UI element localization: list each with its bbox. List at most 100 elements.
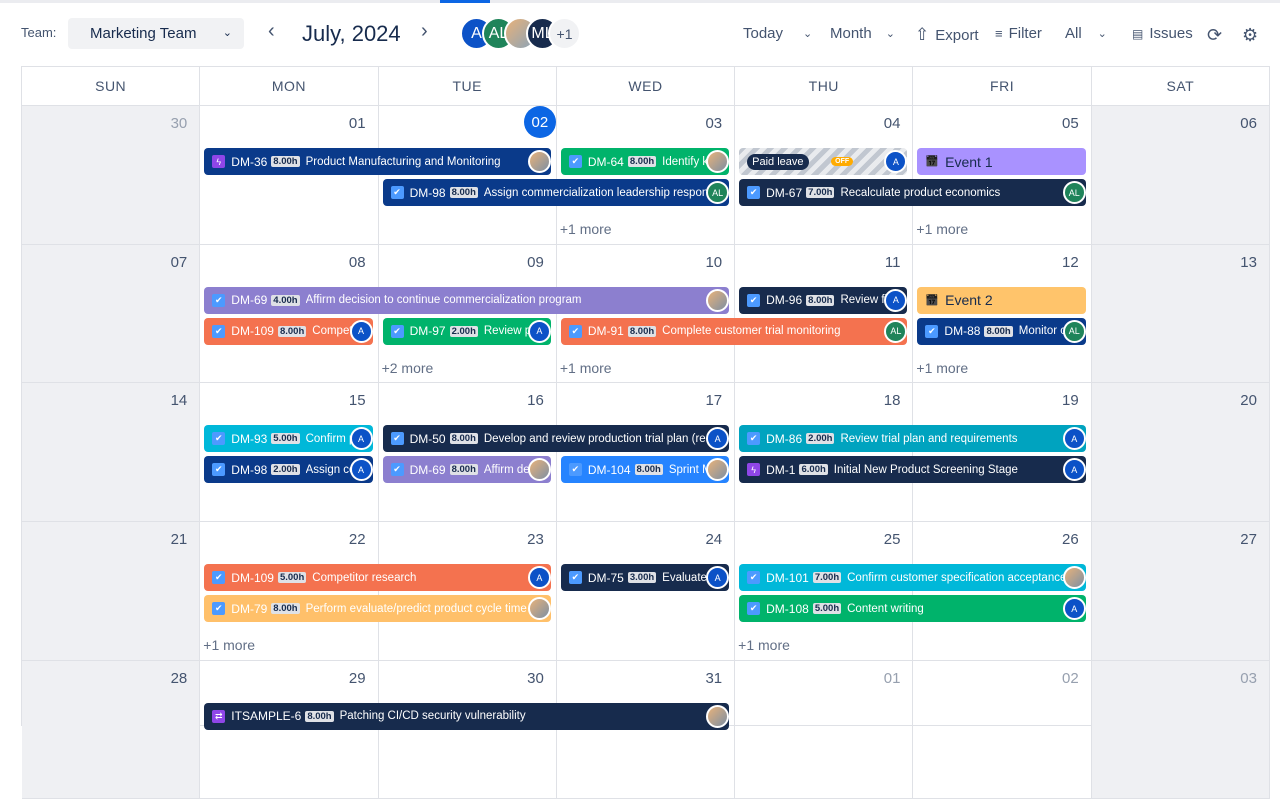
assignee-avatar[interactable]: A [349,319,373,343]
day-cell[interactable]: 01 [200,106,379,245]
day-cell[interactable]: 11 [735,244,914,384]
event-bar[interactable]: ✔ DM-96 8.00h Review fi A [739,286,908,314]
date-number: 01 [883,669,901,687]
day-cell[interactable]: 19 [913,383,1092,523]
settings-button[interactable]: ⚙ [1242,25,1258,46]
filter-button[interactable]: ≡ Filter [995,25,1042,42]
more-events-link[interactable]: +1 more [203,637,255,653]
assignee-avatar[interactable]: AL [1062,319,1086,343]
more-events-link[interactable]: +1 more [560,221,612,237]
leave-bar[interactable]: Paid leave OFF A [739,148,908,175]
more-events-link[interactable]: +1 more [560,360,612,376]
assignee-avatar[interactable] [706,704,730,728]
assignee-avatar[interactable]: A [706,427,730,451]
assignee-avatar[interactable]: A [884,150,908,173]
day-cell[interactable]: 04 [735,106,914,245]
event-bar[interactable]: ✔ DM-69 8.00h Affirm de [382,456,551,484]
day-header: SUN [22,67,201,106]
event-bar[interactable]: ✔ DM-91 8.00h Complete customer trial monit… [560,317,908,345]
assignee-avatar[interactable] [527,150,551,173]
issue-key: DM-88 [944,324,981,339]
assignee-avatar[interactable] [706,150,730,173]
hours-badge: 8.00h [277,325,307,337]
export-button[interactable]: ⇧ Export [915,25,979,45]
day-cell[interactable]: 07 [22,244,201,384]
calendar-event[interactable]: 📅 Event 2 [917,286,1086,314]
more-events-link[interactable]: +1 more [916,360,968,376]
filter-select[interactable]: All ⌄ [1065,25,1107,42]
calendar-event[interactable]: 📅 Event 1 [917,148,1086,175]
event-bar[interactable]: ✔ DM-109 8.00h Compet A [204,317,373,345]
day-cell[interactable]: 20 [1091,383,1270,523]
day-cell[interactable]: 30 [378,660,557,799]
day-cell[interactable]: 03 [1091,660,1270,799]
event-bar[interactable]: ⇄ ITSAMPLE-6 8.00h Patching CI/CD security … [204,702,730,730]
day-cell[interactable]: 02 [378,106,557,245]
day-cell[interactable]: 13 [1091,244,1270,384]
day-cell[interactable]: 08 [200,244,379,384]
event-bar[interactable]: ✔ DM-79 8.00h Perform evaluate/predict prod… [204,595,551,623]
event-bar[interactable]: ✔ DM-75 3.00h Evaluate A [560,564,730,592]
day-cell[interactable]: 30 [22,106,201,245]
event-bar[interactable]: ✔ DM-108 5.00h Content writing A [739,595,1086,623]
assignee-avatar[interactable] [706,288,730,312]
day-cell[interactable]: 17 [556,383,736,523]
day-cell[interactable]: 01 [735,660,914,799]
event-bar[interactable]: ✔ DM-97 2.00h Review pa A [382,317,551,345]
assignee-avatar[interactable]: A [527,566,551,590]
event-bar[interactable]: ✔ DM-64 8.00h Identify key [560,148,730,175]
day-cell[interactable]: 02 [913,660,1092,799]
assignee-avatar[interactable]: A [527,319,551,343]
event-bar[interactable]: ✔ DM-67 7.00h Recalculate product economics… [739,179,1086,206]
event-bar[interactable]: ✔ DM-69 4.00h Affirm decision to continue c… [204,286,730,314]
assignee-avatar[interactable] [527,458,551,482]
day-cell[interactable]: 26 [913,522,1092,661]
today-label: Today [743,25,784,42]
assignee-avatar[interactable]: A [706,566,730,590]
event-bar[interactable]: ✔ DM-101 7.00h Confirm customer specificati… [739,564,1086,592]
day-cell[interactable]: 14 [22,383,201,523]
event-bar[interactable]: ✔ DM-88 8.00h Monitor c AL [917,317,1086,345]
assignee-avatar[interactable] [527,597,551,621]
more-events-link[interactable]: +1 more [916,221,968,237]
event-bar[interactable]: ✔ DM-109 5.00h Competitor research A [204,564,551,592]
event-bar[interactable]: ✔ DM-98 8.00h Assign commercialization lead… [382,179,730,206]
assignee-avatar[interactable]: AL [884,319,908,343]
issue-title: Recalculate product economics [840,186,1001,199]
more-events-link[interactable]: +1 more [738,637,790,653]
event-bar[interactable]: ✔ DM-93 5.00h Confirm pA [204,425,373,453]
day-cell[interactable]: 29 [200,660,379,799]
day-cell[interactable]: 31 [556,660,736,799]
today-button[interactable]: Today ⌄ [743,25,812,42]
assignee-avatar[interactable]: A [1062,597,1086,621]
day-cell[interactable]: 23 [378,522,557,661]
more-events-link[interactable]: +2 more [382,360,434,376]
assignee-avatar[interactable] [1062,566,1086,590]
assignee-avatar[interactable]: AL [1062,181,1086,204]
day-cell[interactable]: 15 [200,383,379,523]
day-cell[interactable]: 27 [1091,522,1270,661]
day-cell[interactable]: 16 [378,383,557,523]
day-cell[interactable]: 28 [22,660,201,799]
assignee-avatar[interactable] [706,458,730,482]
assignee-avatar[interactable]: A [1062,458,1086,482]
event-bar[interactable]: ✔ DM-86 2.00h Review trial plan and require… [739,425,1086,453]
assignee-avatar[interactable]: A [349,458,373,482]
hours-badge: 8.00h [627,156,657,167]
day-cell[interactable]: 21 [22,522,201,661]
assignee-avatar[interactable]: A [349,427,373,451]
event-bar[interactable]: ✔ DM-104 8.00h Sprint M [560,456,730,484]
event-bar[interactable]: ϟ DM-36 8.00h Product Manufacturing and Mon… [204,148,551,175]
event-bar[interactable]: ϟ DM-1 6.00h Initial New Product Screening … [739,456,1086,484]
event-bar[interactable]: ✔ DM-98 2.00h Assign co A [204,456,373,484]
day-cell[interactable]: 18 [735,383,914,523]
assignee-avatar[interactable]: A [1062,427,1086,451]
view-select[interactable]: Month ⌄ [830,25,895,42]
day-cell[interactable]: 06 [1091,106,1270,245]
issues-button[interactable]: ▤ Issues [1132,25,1193,42]
refresh-button[interactable]: ⟳ [1207,25,1222,46]
assignee-avatar[interactable]: AL [706,181,730,204]
event-bar[interactable]: ✔ DM-50 8.00h Develop and review production… [382,425,730,453]
assignee-avatar[interactable]: A [884,288,908,312]
day-cell[interactable]: 24 [556,522,736,661]
